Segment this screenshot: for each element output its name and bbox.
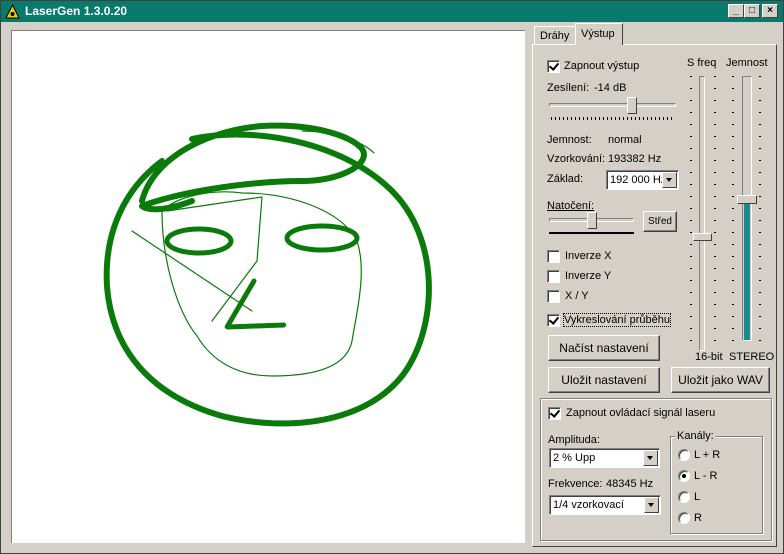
close-button[interactable]: × (762, 4, 778, 18)
rotation-label: Natočení: (547, 200, 595, 212)
base-frequency-value: 192 000 Hz (610, 174, 667, 186)
sfreq-ticks-left (690, 76, 692, 346)
channel-l-minus-r-radio[interactable] (678, 470, 690, 482)
gain-slider-track[interactable] (549, 103, 676, 107)
jemnost-ticks-left (732, 76, 734, 346)
frequency-value: 48345 Hz (606, 478, 654, 490)
amplitude-select[interactable]: 2 % Upp (549, 448, 660, 468)
gain-value: -14 dB (594, 82, 627, 94)
draw-progress-label: Vykreslování průběhu (563, 313, 671, 327)
sfreq-slider-thumb[interactable] (693, 232, 712, 241)
xy-label: X / Y (565, 290, 589, 302)
sfreq-label: S freq (687, 57, 717, 69)
drawing-canvas[interactable] (11, 30, 525, 543)
channel-lr-radio[interactable] (678, 449, 690, 461)
chevron-down-icon[interactable] (643, 450, 658, 466)
tab-paths[interactable]: Dráhy (534, 26, 576, 45)
enable-output-checkbox[interactable] (547, 60, 560, 73)
frequency-select[interactable]: 1/4 vzorkovací (549, 495, 661, 515)
save-settings-button[interactable]: Uložit nastavení (548, 367, 660, 393)
tab-paths-label: Dráhy (540, 30, 570, 42)
sfreq-ticks-right (714, 76, 716, 346)
window-title: LaserGen 1.3.0.20 (25, 4, 128, 18)
tab-output[interactable]: Výstup (575, 23, 623, 45)
channel-l-label: L (694, 491, 701, 503)
gain-label: Zesílení: (547, 82, 590, 94)
center-button[interactable]: Střed (643, 211, 677, 232)
invert-y-checkbox[interactable] (547, 270, 560, 283)
title-bar[interactable]: LaserGen 1.3.0.20 _ □ × (1, 1, 783, 22)
channel-r-radio[interactable] (678, 512, 690, 524)
draw-progress-checkbox[interactable] (547, 314, 560, 327)
xy-checkbox[interactable] (547, 290, 560, 303)
rotation-slider-thumb[interactable] (586, 212, 597, 229)
gain-slider-thumb[interactable] (627, 97, 638, 114)
channel-r-label: R (694, 512, 702, 524)
face-drawing (103, 122, 432, 427)
invert-x-label: Inverze X (565, 250, 612, 262)
jemnost-slider-track[interactable] (742, 76, 752, 341)
jemnost-ticks-right (759, 76, 761, 346)
frequency-select-value: 1/4 vzorkovací (553, 499, 624, 511)
maximize-button[interactable]: □ (744, 4, 760, 18)
save-wav-button[interactable]: Uložit jako WAV (671, 367, 770, 393)
amplitude-label: Amplituda: (548, 434, 600, 446)
output-panel: Zapnout výstup Zesílení: -14 dB Jemnost:… (532, 44, 777, 547)
gain-slider-ticks (551, 117, 675, 120)
sfreq-slider-track[interactable] (699, 76, 705, 351)
base-frequency-select[interactable]: 192 000 Hz (606, 170, 679, 190)
laser-warning-icon (5, 4, 20, 19)
bit-depth-label: 16-bit (695, 351, 723, 363)
level-fill (744, 203, 750, 340)
channel-lr-label: L + R (694, 449, 721, 461)
jemnost-slider-label: Jemnost (726, 57, 768, 69)
chevron-down-icon[interactable] (662, 172, 677, 188)
enable-output-label: Zapnout výstup (564, 60, 640, 72)
tab-output-label: Výstup (581, 28, 615, 40)
frequency-label: Frekvence: (548, 478, 603, 490)
rotation-slider-line (549, 232, 634, 234)
enable-laser-label: Zapnout ovládací signál laseru (566, 407, 716, 419)
stereo-label: STEREO (729, 351, 775, 363)
invert-y-label: Inverze Y (565, 270, 612, 282)
channel-l-minus-r-label: L - R (694, 470, 718, 482)
invert-x-checkbox[interactable] (547, 250, 560, 263)
fineness-label: Jemnost: (547, 134, 592, 146)
load-settings-button[interactable]: Načíst nastavení (548, 335, 660, 361)
channels-label: Kanály: (675, 430, 716, 442)
sampling-value: 193382 Hz (608, 153, 662, 165)
sampling-label: Vzorkování: (547, 153, 606, 165)
enable-laser-checkbox[interactable] (548, 407, 561, 420)
chevron-down-icon[interactable] (644, 497, 659, 513)
channel-l-radio[interactable] (678, 491, 690, 503)
jemnost-slider-thumb[interactable] (737, 195, 757, 205)
base-label: Základ: (547, 173, 584, 185)
fineness-value: normal (608, 134, 642, 146)
app-window: LaserGen 1.3.0.20 _ □ × Dráhy Výstup Zap… (0, 0, 784, 554)
minimize-button[interactable]: _ (728, 4, 744, 18)
amplitude-value: 2 % Upp (553, 452, 596, 464)
